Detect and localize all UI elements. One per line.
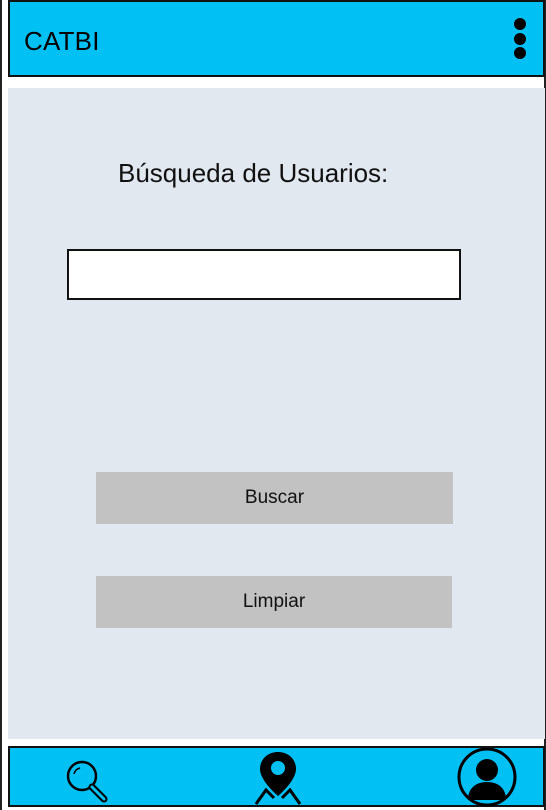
app-title: CATBI — [24, 26, 100, 56]
nav-search-icon[interactable] — [64, 758, 110, 804]
search-panel: Búsqueda de Usuarios: Buscar Limpiar — [8, 88, 545, 739]
map-pin-icon — [254, 752, 302, 805]
menu-dot — [514, 47, 526, 59]
page-title: Búsqueda de Usuarios: — [118, 158, 389, 188]
user-profile-icon — [457, 748, 517, 807]
nav-map-icon[interactable] — [254, 750, 302, 806]
clear-button[interactable]: Limpiar — [96, 576, 452, 628]
menu-dot — [514, 33, 526, 45]
nav-profile-icon[interactable] — [456, 748, 518, 808]
menu-dot — [514, 18, 526, 30]
user-search-input[interactable] — [67, 249, 461, 300]
app-bar: CATBI — [8, 0, 545, 77]
search-button[interactable]: Buscar — [96, 472, 453, 524]
bottom-nav — [8, 746, 545, 807]
search-icon — [66, 760, 108, 803]
kebab-menu-icon[interactable] — [513, 18, 527, 60]
app-frame: CATBI Búsqueda de Usuarios: Buscar Limpi… — [0, 0, 546, 810]
